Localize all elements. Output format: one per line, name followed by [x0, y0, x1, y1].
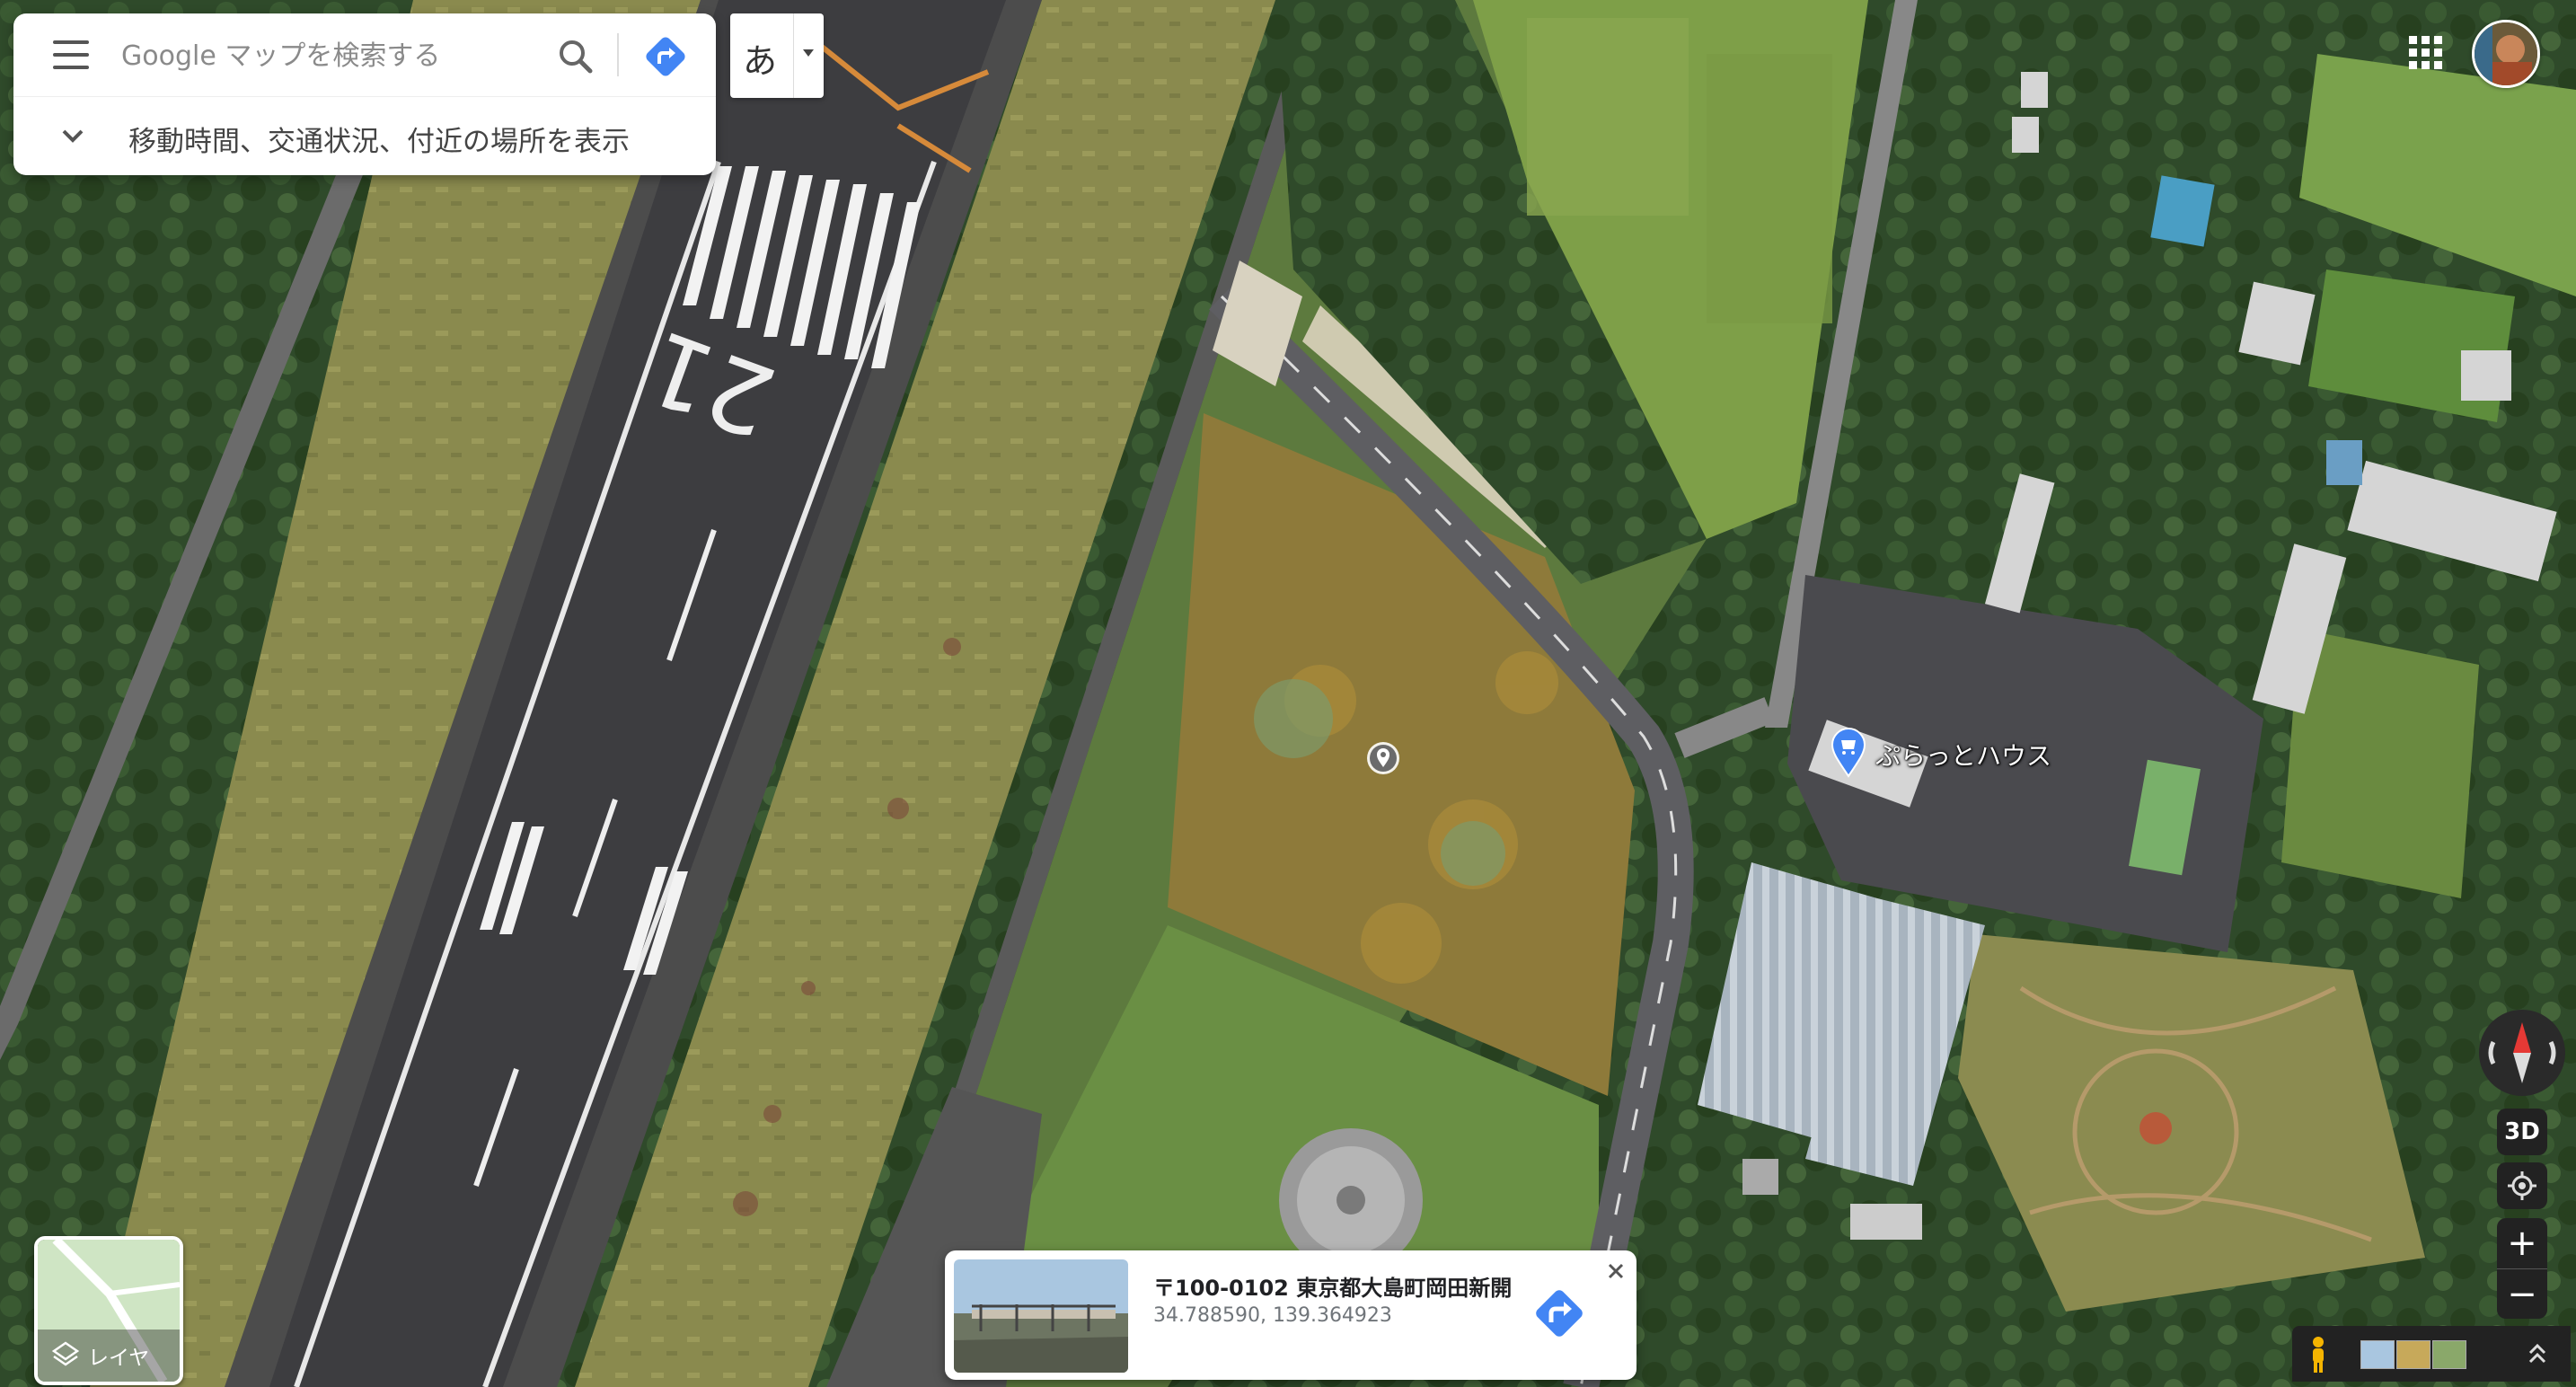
zoom-in-button[interactable]: + [2497, 1218, 2547, 1268]
shopping-pin-icon[interactable] [1831, 728, 1866, 778]
search-input[interactable] [119, 31, 536, 80]
3d-toggle-button[interactable]: 3D [2497, 1109, 2547, 1155]
avatar[interactable] [2472, 20, 2540, 88]
caret-down-icon[interactable] [798, 31, 818, 76]
compass-icon[interactable] [2479, 1010, 2565, 1096]
pegman-icon[interactable] [2305, 1335, 2332, 1374]
layers-icon [50, 1338, 81, 1369]
poi-label[interactable]: ぷらっとハウス [1875, 737, 2051, 773]
input-method-toggle[interactable]: あ [730, 13, 824, 98]
chevron-up-double-icon[interactable] [2522, 1338, 2553, 1369]
my-location-icon[interactable] [2497, 1162, 2547, 1209]
ime-divider [793, 13, 794, 98]
imagery-bar [2292, 1326, 2571, 1382]
search-row [13, 13, 716, 96]
chevron-down-icon [55, 120, 91, 153]
directions-icon[interactable] [642, 33, 689, 80]
dropped-pin-icon[interactable] [1365, 740, 1401, 776]
zoom-controls: + − [2497, 1218, 2547, 1319]
directions-icon[interactable] [1531, 1285, 1588, 1342]
place-card[interactable]: 〒100-0102 東京都大島町岡田新開 34.788590, 139.3649… [945, 1250, 1636, 1380]
travel-info-text: 移動時間、交通状況、付近の場所を表示 [128, 126, 630, 158]
street-view-thumbnail[interactable] [954, 1259, 1128, 1373]
imagery-thumb-sky[interactable] [2360, 1340, 2395, 1369]
imagery-thumb-field[interactable] [2396, 1340, 2430, 1369]
imagery-thumb-meadow[interactable] [2432, 1340, 2466, 1369]
search-icon[interactable] [552, 33, 599, 80]
search-divider [617, 33, 619, 76]
layers-button[interactable]: レイヤ [34, 1236, 183, 1385]
menu-icon[interactable] [53, 40, 89, 69]
travel-info-toggle[interactable]: 移動時間、交通状況、付近の場所を表示 [13, 96, 716, 176]
search-panel: 移動時間、交通状況、付近の場所を表示 [13, 13, 716, 175]
zoom-out-button[interactable]: − [2497, 1268, 2547, 1320]
ime-label: あ [743, 41, 778, 81]
close-icon[interactable] [1602, 1258, 1629, 1285]
3d-label: 3D [2504, 1118, 2540, 1145]
layers-label: レイヤ [88, 1347, 150, 1370]
apps-grid-icon[interactable] [2405, 32, 2447, 74]
place-address: 〒100-0102 東京都大島町岡田新開 [1153, 1276, 1513, 1301]
satellite-map[interactable]: 21 [0, 0, 2576, 1387]
place-coordinates: 34.788590, 139.364923 [1153, 1304, 1392, 1327]
